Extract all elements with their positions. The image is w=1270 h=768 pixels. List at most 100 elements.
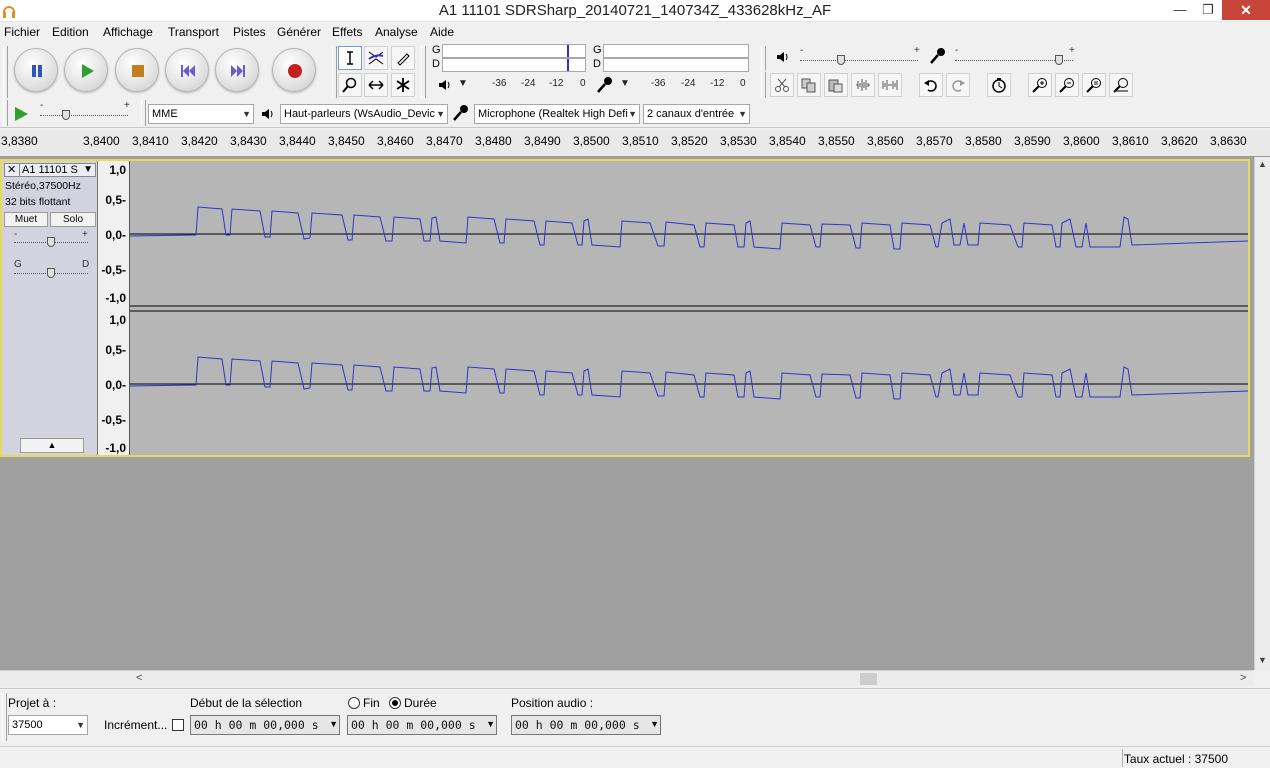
toolbar-grip[interactable] (141, 100, 146, 126)
track-close-icon[interactable]: ✕ (7, 164, 16, 176)
toolbar-grip[interactable] (332, 46, 337, 98)
copy-button[interactable] (797, 73, 821, 97)
menu-edition[interactable]: Edition (52, 25, 89, 39)
close-button[interactable]: ✕ (1222, 0, 1270, 20)
waveform-display[interactable] (129, 161, 1249, 455)
length-radio[interactable] (389, 697, 401, 709)
vertical-scrollbar[interactable]: ▲ ▼ (1254, 157, 1270, 670)
input-device-select[interactable]: Microphone (Realtek High Defi ▼ (474, 104, 640, 124)
menu-effets[interactable]: Effets (332, 25, 362, 39)
track-title-bar[interactable]: ✕ A1 11101 S ▼ (4, 163, 96, 177)
record-button[interactable] (272, 48, 316, 92)
scroll-up-icon[interactable]: ▲ (1258, 159, 1267, 169)
play-at-speed-icon[interactable] (12, 105, 30, 123)
speed-slider-thumb[interactable] (62, 110, 71, 120)
ruler-tick-label: 3,8560 (867, 134, 904, 148)
horizontal-scrollbar[interactable]: < > (0, 670, 1254, 686)
ruler-tick-label: 3,8570 (916, 134, 953, 148)
pan-slider-thumb[interactable] (47, 268, 55, 278)
multi-tool-button[interactable] (391, 73, 415, 97)
record-volume-thumb[interactable] (1054, 55, 1063, 65)
project-rate-select[interactable]: 37500 ▼ (8, 715, 88, 735)
paste-button[interactable] (824, 73, 848, 97)
redo-button[interactable] (946, 73, 970, 97)
silence-button[interactable] (878, 73, 902, 97)
silence-audio-icon (882, 80, 898, 90)
sync-lock-button[interactable] (987, 73, 1011, 97)
playback-volume-thumb[interactable] (837, 55, 846, 65)
envelope-tool-button[interactable] (364, 46, 388, 70)
playback-meter-right[interactable] (442, 58, 586, 72)
audio-host-select[interactable]: MME ▼ (148, 104, 254, 124)
toolbar-grip[interactable] (761, 46, 766, 70)
scroll-right-icon[interactable]: > (1240, 672, 1246, 684)
speed-slider-track[interactable] (40, 115, 128, 116)
trim-audio-icon (856, 79, 870, 91)
maximize-button[interactable]: ❐ (1194, 0, 1222, 20)
track-name[interactable]: A1 11101 S (22, 164, 78, 176)
timeshift-tool-button[interactable] (364, 73, 388, 97)
mute-button[interactable]: Muet (4, 212, 48, 227)
end-radio[interactable] (348, 697, 360, 709)
snap-to-checkbox[interactable] (172, 719, 184, 731)
menu-fichier[interactable]: Fichier (4, 25, 40, 39)
playback-meter-menu-icon[interactable]: ▼ (458, 78, 468, 89)
stop-button[interactable] (115, 48, 159, 92)
output-device-select[interactable]: Haut-parleurs (WsAudio_Devic ▼ (280, 104, 448, 124)
fit-selection-button[interactable] (1082, 73, 1106, 97)
pause-button[interactable] (14, 48, 58, 92)
vertical-ruler[interactable]: 1,0 0,5- 0,0- -0,5- -1,0 1,0 0,5- 0,0- -… (98, 161, 130, 455)
gain-slider-thumb[interactable] (47, 237, 55, 247)
track-menu-arrow-icon[interactable]: ▼ (83, 164, 93, 176)
vruler-label: 1,0 (109, 313, 126, 327)
vruler-label: 0,5- (105, 343, 126, 357)
audio-track[interactable]: ✕ A1 11101 S ▼ Stéréo,37500Hz 32 bits fl… (0, 159, 1250, 457)
trim-button[interactable] (851, 73, 875, 97)
solo-button[interactable]: Solo (50, 212, 96, 227)
menu-transport[interactable]: Transport (168, 25, 219, 39)
record-icon (288, 64, 302, 78)
zoom-fit-icon (1113, 78, 1128, 93)
zoom-tool-button[interactable] (338, 73, 362, 97)
menu-affichage[interactable]: Affichage (103, 25, 153, 39)
record-meter-right[interactable] (603, 58, 749, 72)
menu-analyse[interactable]: Analyse (375, 25, 418, 39)
toolbar-grip[interactable] (2, 693, 7, 741)
menu-aide[interactable]: Aide (430, 25, 454, 39)
input-channels-select[interactable]: 2 canaux d'entrée ▼ (643, 104, 750, 124)
pan-right-letter: D (82, 259, 90, 270)
selection-start-label: Début de la sélection (190, 696, 303, 710)
skip-end-button[interactable] (215, 48, 259, 92)
zoom-out-button[interactable] (1055, 73, 1079, 97)
selection-start-field[interactable]: 00 h 00 m 00,000 s ▼ (190, 715, 340, 735)
ruler-tick-label: 3,8540 (769, 134, 806, 148)
zoom-in-button[interactable] (1028, 73, 1052, 97)
scroll-left-icon[interactable]: < (136, 672, 142, 684)
skip-start-button[interactable] (165, 48, 209, 92)
selection-tool-button[interactable] (338, 46, 362, 70)
undo-button[interactable] (919, 73, 943, 97)
toolbar-grip[interactable] (421, 46, 426, 98)
audio-position-field[interactable]: 00 h 00 m 00,000 s ▼ (511, 715, 661, 735)
toolbar-grip[interactable] (3, 100, 8, 126)
fit-project-button[interactable] (1109, 73, 1133, 97)
minimize-button[interactable]: — (1166, 0, 1194, 20)
toolbar-grip[interactable] (761, 72, 766, 98)
record-meter-left[interactable] (603, 44, 749, 58)
draw-tool-button[interactable] (391, 46, 415, 70)
playback-volume-track[interactable] (800, 60, 918, 61)
toolbar-grip[interactable] (3, 46, 8, 98)
playback-meter-left[interactable] (442, 44, 586, 58)
record-meter-menu-icon[interactable]: ▼ (620, 78, 630, 89)
collapse-track-button[interactable]: ▲ (20, 438, 84, 453)
menu-generer[interactable]: Générer (277, 25, 321, 39)
chevron-down-icon: ▼ (76, 720, 85, 730)
scroll-down-icon[interactable]: ▼ (1258, 655, 1267, 665)
horizontal-scroll-thumb[interactable] (860, 673, 877, 685)
selection-length-field[interactable]: 00 h 00 m 00,000 s ▼ (347, 715, 497, 735)
cut-button[interactable] (770, 73, 794, 97)
menu-pistes[interactable]: Pistes (233, 25, 266, 39)
record-meter-left-letter: G (593, 44, 602, 56)
play-button[interactable] (64, 48, 108, 92)
timeline-ruler[interactable]: 3,8380 3,8400 3,8410 3,8420 3,8430 3,844… (0, 130, 1270, 157)
